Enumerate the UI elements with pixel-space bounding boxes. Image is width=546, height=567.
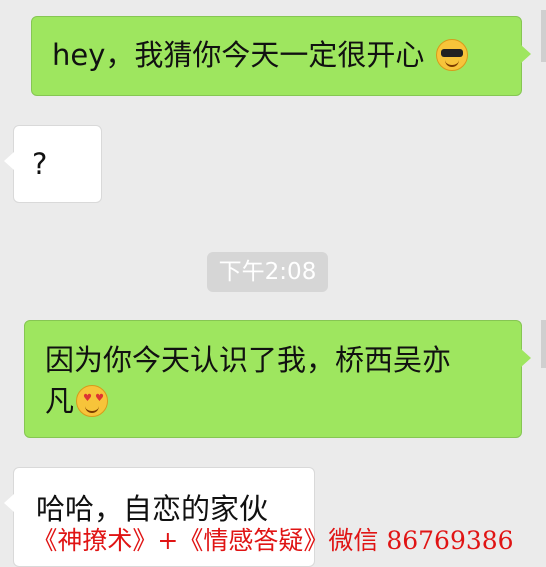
scrollbar-track-segment (541, 10, 546, 62)
message-text: ? (32, 147, 48, 181)
scrollbar-track-segment (541, 320, 546, 368)
timestamp: 下午2:08 (207, 252, 328, 292)
message-bubble-incoming-1[interactable]: ? (4, 125, 102, 203)
bubble-tail (4, 152, 14, 170)
message-text-line-2: 凡 (45, 384, 75, 418)
bubble-tail (4, 494, 14, 512)
message-bubble-outgoing-1[interactable]: hey，我猜你今天一定很开心 (31, 16, 531, 96)
message-text: 哈哈，自恋的家伙 (36, 492, 269, 526)
watermark-text: 《神撩术》+《情感答疑》微信 86769386 (32, 526, 514, 555)
bubble-tail (521, 349, 531, 367)
message-text-line-1: 因为你今天认识了我，桥西吴亦 (45, 343, 452, 377)
bubble-tail (521, 45, 531, 63)
cool-sunglasses-emoji-icon (435, 39, 468, 71)
heart-eyes-emoji-icon: ♥ ♥ (76, 385, 109, 417)
message-text: hey，我猜你今天一定很开心 (52, 38, 425, 72)
message-bubble-outgoing-2[interactable]: 因为你今天认识了我，桥西吴亦 凡 ♥ ♥ (24, 320, 531, 438)
